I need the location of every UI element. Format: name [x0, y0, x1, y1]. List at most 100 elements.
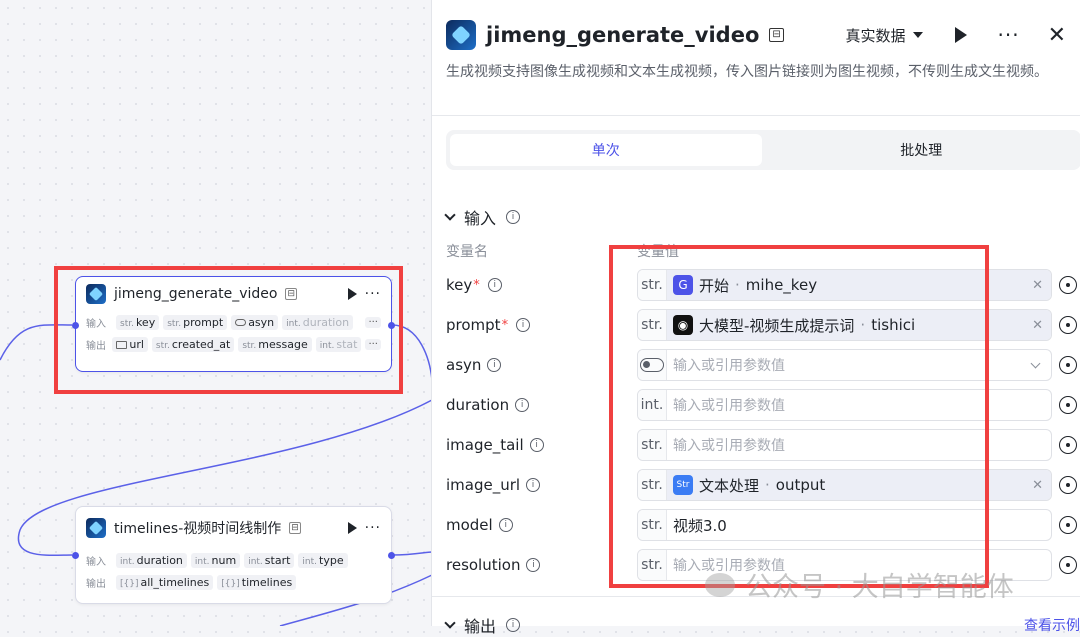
info-icon: i — [526, 558, 541, 572]
plugin-badge-icon: ⊟ — [769, 28, 784, 42]
output-port[interactable] — [388, 552, 395, 559]
placeholder: 输入或引用参数值 — [673, 438, 785, 454]
param-field-image-tail[interactable]: str. 输入或引用参数值 — [637, 429, 1052, 461]
info-icon: i — [487, 278, 502, 292]
ref-source: 大模型-视频生成提示词 — [699, 316, 855, 335]
node-jimeng-generate-video[interactable]: jimeng_generate_video ⊟ ··· 输入 str. key s… — [72, 276, 395, 372]
ref-var: tishici — [871, 316, 916, 334]
output-tag: [{}] timelines — [217, 574, 297, 590]
ref-var: mihe_key — [745, 276, 818, 294]
input-section-header[interactable]: 输入 i — [444, 205, 521, 229]
param-field-model[interactable]: str. 视频3.0 — [637, 509, 1052, 541]
data-mode-select[interactable]: 真实数据 — [845, 25, 924, 46]
node-output-row: 输出 url str. created_at str. message int. st… — [76, 333, 391, 355]
field-value: 视频3.0 — [673, 516, 727, 535]
output-section: 输出 i 查看示例 — [432, 596, 1080, 636]
input-tag: str. prompt — [163, 314, 228, 330]
ref-var: output — [775, 476, 826, 494]
clear-icon[interactable]: ✕ — [1032, 278, 1043, 293]
plugin-badge-icon: ⊟ — [285, 288, 298, 300]
param-label-prompt: prompt * i — [446, 309, 531, 341]
output-label: 输出 — [86, 578, 106, 590]
node-run-button[interactable] — [347, 288, 357, 300]
param-label-image-url: image_url i — [446, 469, 541, 501]
run-button[interactable] — [955, 27, 968, 43]
param-label-model: model i — [446, 509, 513, 541]
param-field-key[interactable]: str. G 开始 · mihe_key ✕ — [637, 269, 1052, 301]
start-node-icon: G — [673, 275, 693, 295]
input-port[interactable] — [72, 322, 79, 329]
node-title: timelines-视频时间线制作 — [114, 521, 282, 537]
param-label-duration: duration i — [446, 389, 530, 421]
more-outputs-button[interactable]: ··· — [365, 338, 381, 350]
clear-icon[interactable]: ✕ — [1032, 318, 1043, 333]
clear-icon[interactable]: ✕ — [1032, 478, 1043, 493]
view-example-link[interactable]: 查看示例 — [1024, 615, 1080, 635]
boolean-type-icon — [638, 350, 667, 380]
column-header-value: 变量值 — [637, 244, 679, 260]
column-header-name: 变量名 — [446, 244, 488, 260]
output-section-header[interactable]: 输出 i — [444, 613, 521, 637]
param-field-duration[interactable]: int. 输入或引用参数值 — [637, 389, 1052, 421]
panel-description: 生成视频支持图像生成视频和文本生成视频，传入图片链接则为图生视频，不传则生成文生… — [446, 64, 1048, 80]
tab-single[interactable]: 单次 — [450, 134, 762, 166]
node-title: jimeng_generate_video — [114, 286, 278, 302]
node-run-button[interactable] — [347, 522, 357, 534]
type-label: str. — [638, 470, 667, 500]
input-label: 输入 — [86, 556, 106, 568]
section-title: 输出 — [464, 617, 497, 636]
node-timelines[interactable]: timelines-视频时间线制作 ⊟ ··· 输入 int. duration … — [72, 506, 395, 604]
info-icon: i — [506, 210, 521, 224]
param-field-asyn[interactable]: 输入或引用参数值 — [637, 349, 1052, 381]
tab-batch[interactable]: 批处理 — [766, 134, 1078, 166]
input-tag: int. start — [244, 552, 295, 568]
plugin-badge-icon: ⊟ — [289, 522, 301, 534]
param-label-resolution: resolution i — [446, 549, 541, 581]
input-tag: int. duration — [282, 314, 354, 330]
type-label: str. — [638, 430, 667, 460]
param-field-prompt[interactable]: str. ◉ 大模型-视频生成提示词 · tishici ✕ — [637, 309, 1052, 341]
input-label: 输入 — [86, 318, 106, 330]
variable-ref-button[interactable] — [1059, 556, 1077, 574]
info-icon: i — [516, 318, 531, 332]
run-mode-tabs: 单次 批处理 — [446, 130, 1080, 170]
type-label: str. — [638, 310, 667, 340]
output-tag: int. stat — [315, 336, 362, 352]
more-inputs-button[interactable]: ··· — [365, 316, 381, 328]
input-tag: int. type — [298, 552, 348, 568]
variable-ref-button[interactable] — [1059, 276, 1077, 294]
panel-header: jimeng_generate_video ⊟ 真实数据 ··· ✕ — [446, 18, 1066, 52]
variable-ref-button[interactable] — [1059, 436, 1077, 454]
info-icon: i — [487, 358, 502, 372]
type-label: str. — [638, 550, 667, 580]
input-port[interactable] — [72, 552, 79, 559]
param-label-key: key * i — [446, 269, 502, 301]
output-port[interactable] — [388, 322, 395, 329]
output-tag: [{}] all_timelines — [116, 574, 214, 590]
variable-ref-button[interactable] — [1059, 516, 1077, 534]
placeholder: 输入或引用参数值 — [673, 358, 785, 374]
node-more-button[interactable]: ··· — [365, 520, 381, 536]
info-icon: i — [529, 438, 544, 452]
llm-node-icon: ◉ — [673, 315, 693, 335]
param-field-resolution[interactable]: str. 输入或引用参数值 — [637, 549, 1052, 581]
more-button[interactable]: ··· — [997, 23, 1019, 47]
close-icon[interactable]: ✕ — [1048, 23, 1066, 48]
info-icon: i — [515, 398, 530, 412]
divider — [432, 115, 1080, 116]
node-more-button[interactable]: ··· — [365, 286, 381, 302]
workflow-canvas[interactable]: jimeng_generate_video ⊟ ··· 输入 str. key s… — [0, 0, 433, 626]
section-title: 输入 — [464, 209, 497, 228]
variable-ref-button[interactable] — [1059, 316, 1077, 334]
chevron-down-icon[interactable] — [1030, 358, 1041, 368]
variable-ref-button[interactable] — [1059, 476, 1077, 494]
output-tag: str. message — [238, 336, 312, 352]
plugin-icon — [86, 518, 106, 538]
param-label-image-tail: image_tail i — [446, 429, 544, 461]
param-label-asyn: asyn i — [446, 349, 502, 381]
param-field-image-url[interactable]: str. Str 文本处理 · output ✕ — [637, 469, 1052, 501]
variable-ref-button[interactable] — [1059, 356, 1077, 374]
node-config-panel: jimeng_generate_video ⊟ 真实数据 ··· ✕ 生成视频支… — [431, 0, 1080, 636]
node-output-row: 输出 [{}] all_timelines [{}] timelines — [76, 571, 391, 593]
variable-ref-button[interactable] — [1059, 396, 1077, 414]
